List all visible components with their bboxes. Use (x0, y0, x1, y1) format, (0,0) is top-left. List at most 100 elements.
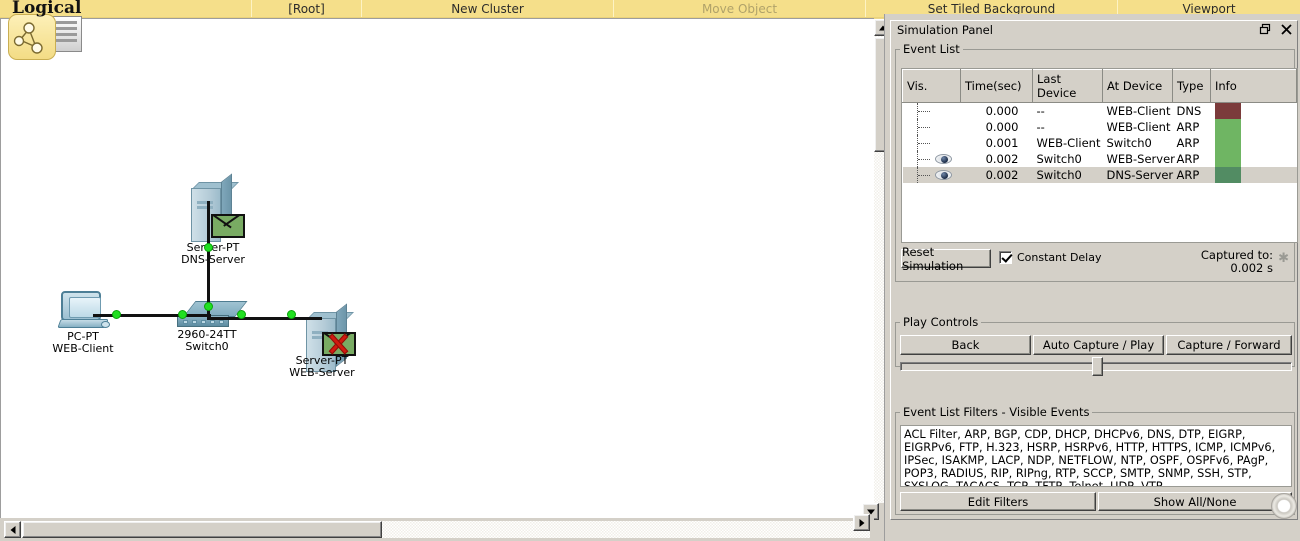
event-row-last-device: Switch0 (1032, 167, 1103, 183)
simulation-panel: Simulation Panel Event List Vis. Time(se… (890, 20, 1298, 520)
link-switch-webserver[interactable] (207, 317, 322, 320)
simulation-panel-titlebar: Simulation Panel (891, 21, 1297, 39)
play-speed-slider-thumb[interactable] (1092, 357, 1103, 376)
event-list-body: 0.000 -- WEB-Client DNS 0.000 -- WEB-Client ARP… (902, 103, 1297, 183)
pc-icon (57, 291, 111, 335)
scroll-left-arrow-icon (10, 525, 15, 534)
simulation-panel-window-controls (1259, 23, 1293, 36)
simulation-panel-title: Simulation Panel (897, 23, 993, 37)
event-list-header-row: Vis. Time(sec) Last Device At Device Typ… (902, 69, 1297, 103)
restore-glyph (1259, 23, 1271, 35)
event-row-visibility-cell[interactable] (903, 119, 961, 135)
cluster-topology-icon[interactable] (8, 14, 56, 60)
workspace-scroll-left-button[interactable] (4, 521, 21, 538)
device-web-client-name: WEB-Client (52, 342, 114, 355)
workspace-hscrollbar-thumb[interactable] (22, 521, 382, 538)
column-header-vis[interactable]: Vis. (902, 69, 961, 103)
link-webclient-switch[interactable] (93, 314, 211, 317)
event-row-time: 0.002 (960, 167, 1033, 183)
toolbar-item-move-object-label: Move Object (701, 1, 778, 16)
blocked-x-icon (326, 333, 350, 355)
device-dns-server[interactable]: Server-PT DNS-Server (181, 173, 251, 266)
event-row-visibility-cell[interactable] (902, 167, 961, 183)
event-row-last-device: -- (1036, 104, 1045, 118)
event-list-filters-legend: Event List Filters - Visible Events (903, 405, 1090, 419)
column-header-at-device[interactable]: At Device (1102, 69, 1173, 103)
captured-to-label: Captured to: (1200, 248, 1273, 262)
event-row-last-device: Switch0 (1036, 152, 1082, 166)
info-color-swatch (1214, 135, 1241, 151)
auto-capture-play-button[interactable]: Auto Capture / Play (1033, 335, 1164, 355)
event-row-info (1211, 103, 1297, 119)
event-list-row[interactable]: 0.000 -- WEB-Client DNS (903, 103, 1297, 119)
show-all-none-button[interactable]: Show All/None (1098, 492, 1292, 511)
event-row-type: ARP (1176, 136, 1200, 150)
device-dns-server-label: Server-PT DNS-Server (181, 242, 245, 266)
restore-window-icon[interactable] (1259, 23, 1272, 36)
device-web-client[interactable]: PC-PT WEB-Client (52, 291, 119, 361)
info-color-swatch (1214, 151, 1241, 167)
tree-line (916, 167, 930, 183)
constant-delay-control[interactable]: Constant Delay (999, 251, 1102, 264)
panel-resize-dial[interactable] (1271, 493, 1297, 519)
event-row-type: DNS (1176, 104, 1202, 118)
visible-events-text: ACL Filter, ARP, BGP, CDP, DHCP, DHCPv6,… (904, 428, 1276, 487)
column-header-info[interactable]: Info (1210, 69, 1297, 103)
event-list-row[interactable]: 0.002 Switch0 WEB-Server ARP (903, 151, 1297, 167)
back-button[interactable]: Back (900, 335, 1031, 355)
info-color-swatch (1214, 167, 1241, 183)
event-row-time: 0.001 (985, 136, 1019, 150)
packet-envelope-icon[interactable] (211, 214, 245, 238)
logical-workspace-canvas[interactable]: Server-PT DNS-Server PC-PT WEB-Client 29… (0, 18, 874, 518)
visibility-tree-marker (907, 151, 957, 167)
edit-filters-label: Edit Filters (967, 494, 1029, 509)
tree-line (916, 135, 930, 151)
tree-line (916, 119, 930, 135)
workspace-scroll-right-button[interactable] (853, 514, 870, 531)
constant-delay-checkbox[interactable] (999, 251, 1012, 264)
device-web-server-label: Server-PT WEB-Server (289, 355, 354, 379)
link-switch-dnsserver[interactable] (207, 201, 210, 316)
event-list-row[interactable]: 0.002 Switch0 DNS-Server ARP (902, 167, 1297, 183)
eye-icon[interactable] (934, 170, 952, 180)
event-row-visibility-cell[interactable] (903, 151, 961, 167)
event-list-row[interactable]: 0.001 WEB-Client Switch0 ARP (903, 135, 1297, 151)
event-row-type: ARP (1176, 152, 1200, 166)
toolbar-item-root-label: [Root] (288, 1, 325, 16)
event-row-last-device: -- (1036, 120, 1045, 134)
visibility-tree-marker (907, 119, 957, 135)
edit-filters-button[interactable]: Edit Filters (900, 492, 1096, 511)
packet-tracer-window: [Root] New Cluster Move Object Set Tiled… (0, 0, 1300, 541)
document-stack-icon (52, 16, 82, 52)
event-row-visibility-cell[interactable] (903, 103, 961, 119)
close-icon[interactable] (1280, 23, 1293, 36)
close-glyph (1281, 24, 1292, 35)
event-row-info (1210, 167, 1297, 183)
event-row-visibility-cell[interactable] (903, 135, 961, 151)
column-header-time[interactable]: Time(sec) (960, 69, 1033, 103)
eye-icon[interactable] (934, 154, 952, 164)
column-header-last-device[interactable]: Last Device (1032, 69, 1103, 103)
reset-simulation-label: Reset Simulation (902, 244, 964, 273)
device-switch0-name: Switch0 (185, 340, 229, 353)
auto-capture-play-label: Auto Capture / Play (1042, 338, 1155, 352)
event-list-row[interactable]: 0.000 -- WEB-Client ARP (903, 119, 1297, 135)
device-web-client-label: PC-PT WEB-Client (52, 331, 113, 355)
event-row-time: 0.000 (985, 120, 1019, 134)
link-dot-dnsserver (204, 243, 213, 252)
packet-envelope-blocked-icon[interactable] (322, 332, 356, 356)
toolbar-item-new-cluster[interactable]: New Cluster (362, 0, 614, 18)
simulation-controls-row: Reset Simulation Constant Delay Captured… (901, 245, 1293, 275)
visible-events-list[interactable]: ACL Filter, ARP, BGP, CDP, DHCP, DHCPv6,… (900, 425, 1292, 487)
link-dot-switch-up (204, 302, 213, 311)
captured-to-value: 0.002 s (1230, 261, 1273, 275)
capture-forward-button[interactable]: Capture / Forward (1166, 335, 1292, 355)
column-header-type[interactable]: Type (1172, 69, 1211, 103)
reset-simulation-button[interactable]: Reset Simulation (901, 245, 991, 273)
device-web-server[interactable]: Server-PT WEB-Server (289, 303, 366, 392)
toolbar-item-move-object[interactable]: Move Object (614, 0, 866, 18)
toolbar-item-root[interactable]: [Root] (252, 0, 362, 18)
capture-forward-label: Capture / Forward (1177, 338, 1281, 352)
tree-line (916, 103, 930, 119)
event-list-table-container[interactable]: Vis. Time(sec) Last Device At Device Typ… (901, 68, 1298, 243)
